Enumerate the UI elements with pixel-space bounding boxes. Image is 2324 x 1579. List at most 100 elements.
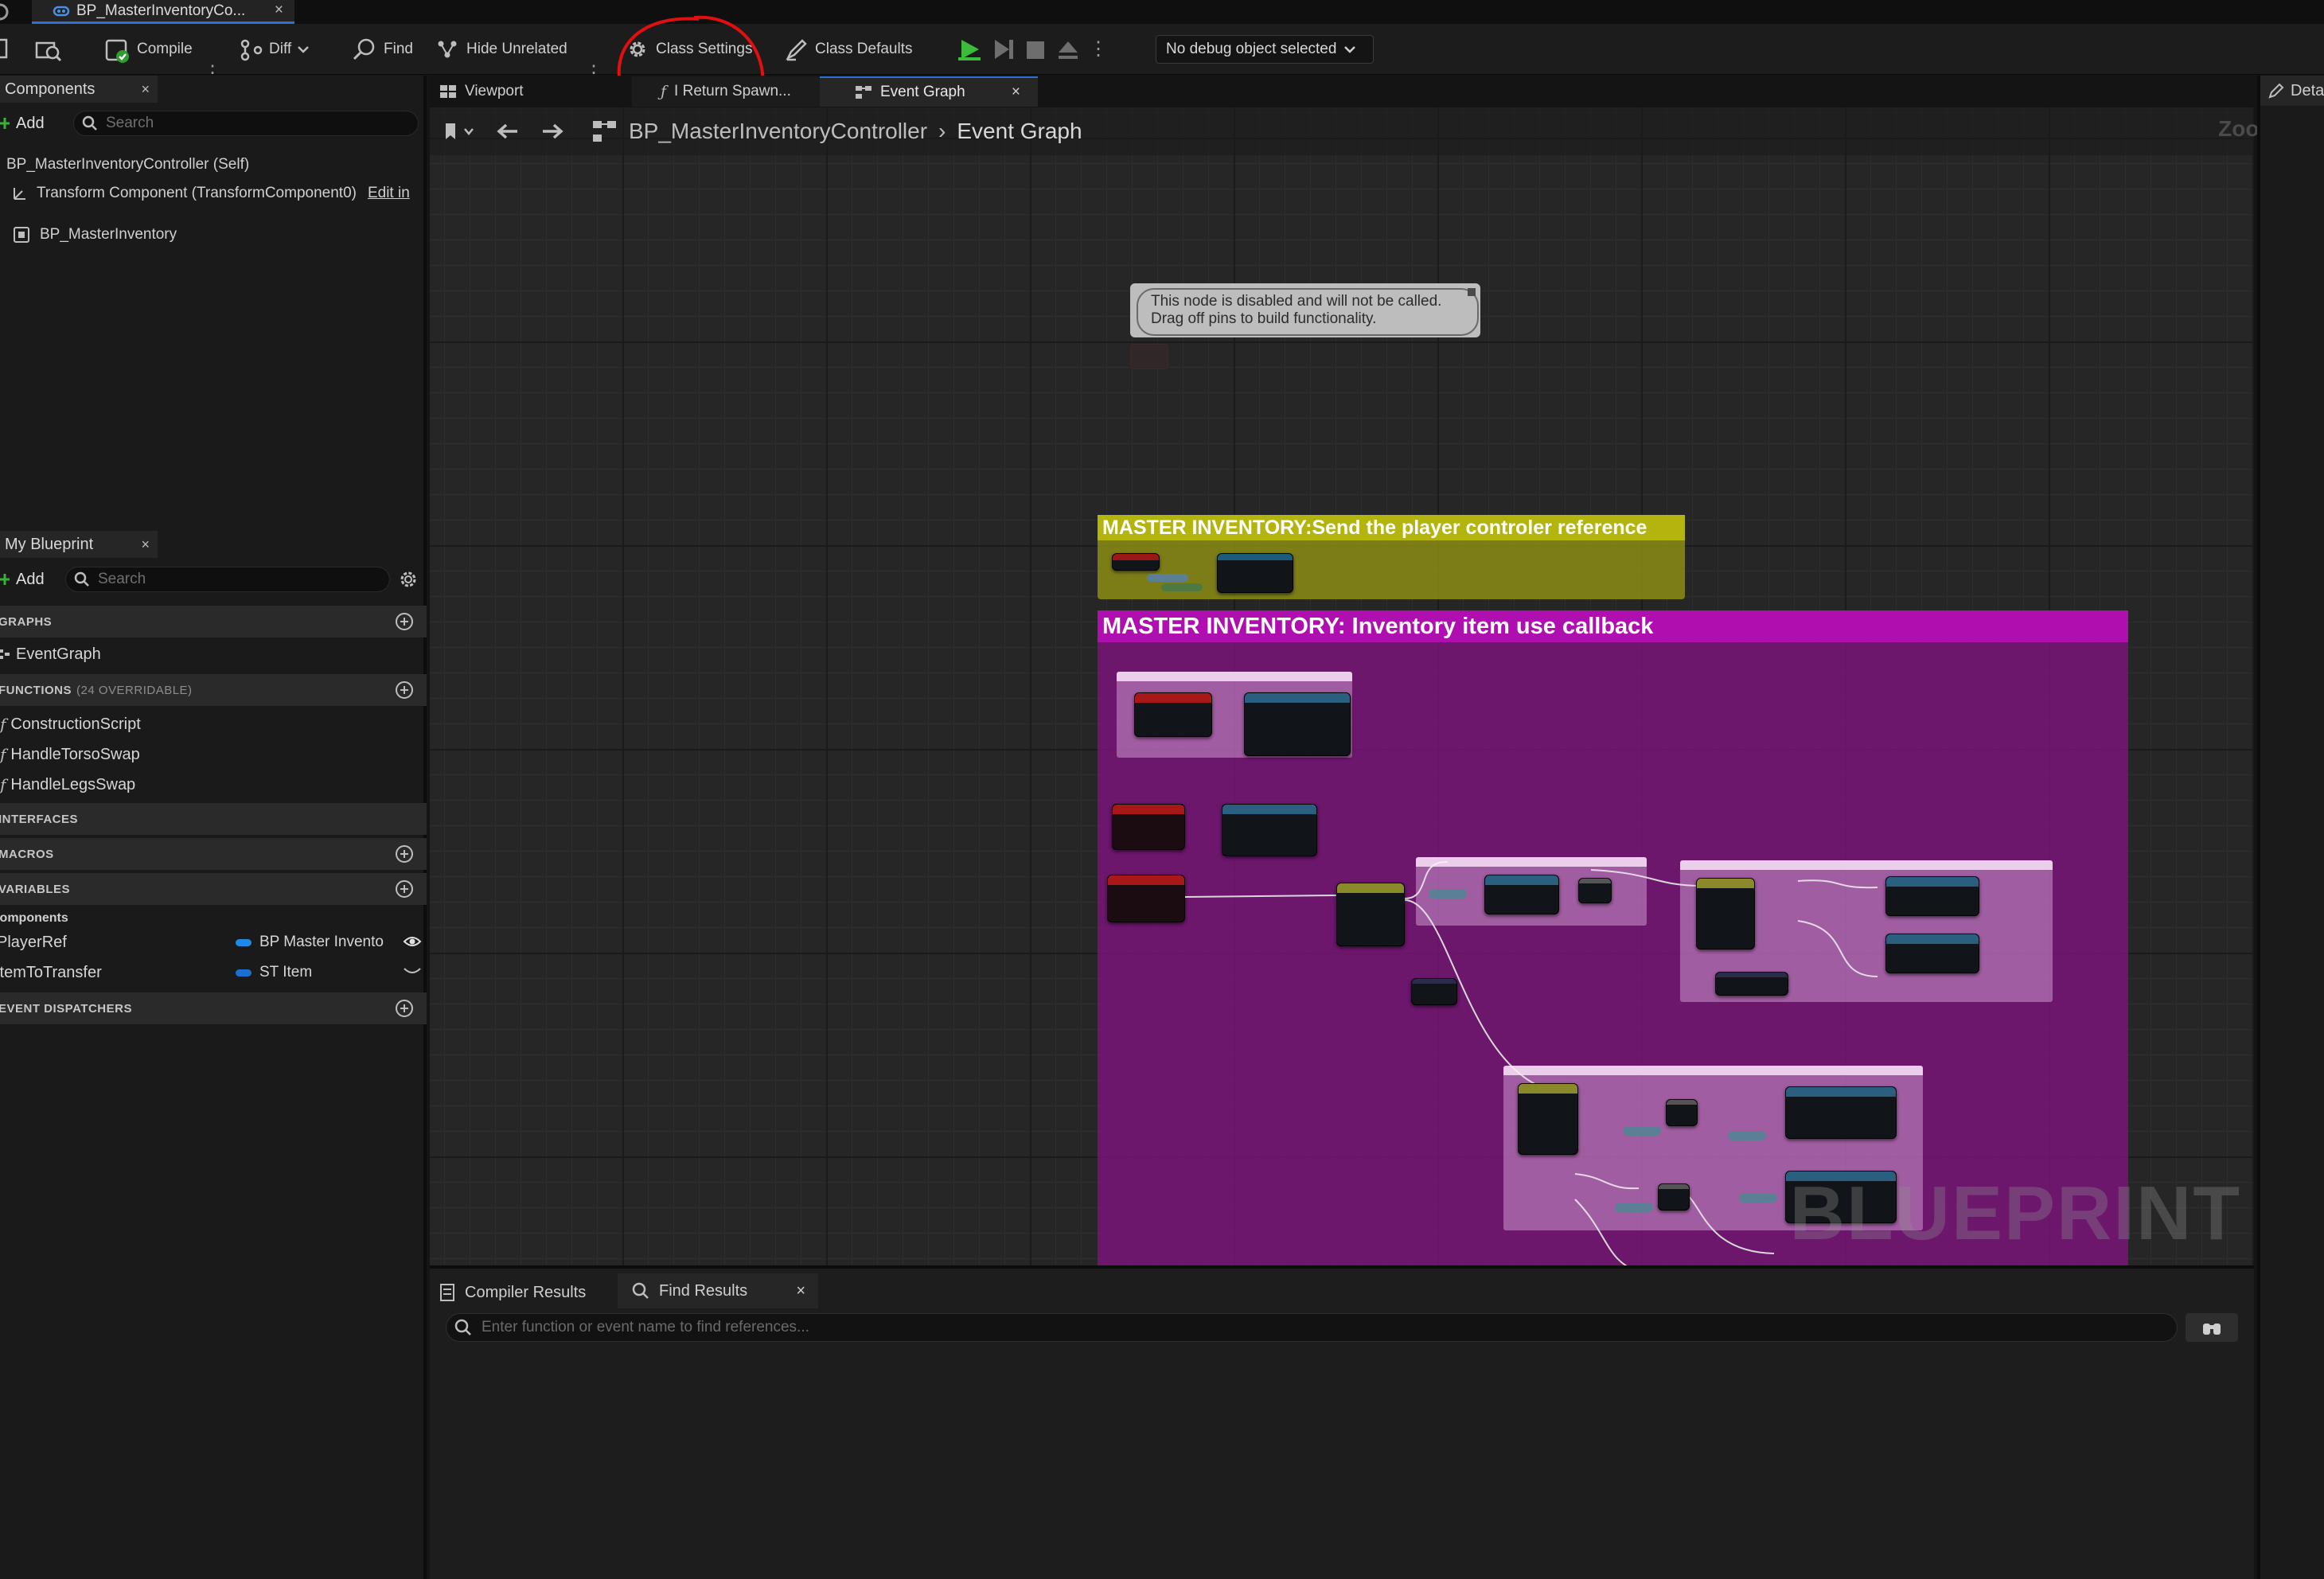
- document-tab[interactable]: BP_MasterInventoryCo... ×: [32, 0, 294, 24]
- save-icon[interactable]: [0, 38, 10, 60]
- component-child-label: BP_MasterInventory: [40, 226, 177, 243]
- class-defaults-label: Class Defaults: [815, 41, 913, 57]
- variable-type: BP Master Invento: [259, 934, 384, 950]
- diff-button[interactable]: Diff: [232, 33, 315, 65]
- forward-arrow-icon[interactable]: [540, 122, 565, 141]
- variables-category[interactable]: Components: [0, 906, 68, 930]
- reroute-node[interactable]: [1739, 1193, 1777, 1203]
- compile-button[interactable]: Compile: [97, 33, 199, 65]
- find-references-input[interactable]: Enter function or event name to find ref…: [446, 1313, 2178, 1342]
- variable-item[interactable]: ItemToTransfer ST Item: [0, 959, 427, 986]
- visibility-closed-eye-icon[interactable]: [403, 965, 422, 977]
- function-call-node[interactable]: [1885, 876, 1979, 916]
- variable-item[interactable]: PlayerRef BP Master Invento: [0, 929, 427, 956]
- settings-gear-icon[interactable]: [398, 569, 419, 590]
- function-icon: ƒ: [0, 775, 6, 794]
- section-interfaces[interactable]: INTERFACES: [0, 803, 427, 835]
- find-button[interactable]: Find: [345, 33, 419, 65]
- section-macros[interactable]: MACROS: [0, 838, 427, 870]
- play-icon[interactable]: [957, 37, 982, 62]
- function-item[interactable]: ƒ ConstructionScript: [0, 711, 141, 738]
- class-defaults-button[interactable]: Class Defaults: [778, 33, 919, 65]
- tab-return-spawn[interactable]: ƒ I Return Spawn...: [632, 76, 820, 107]
- browse-icon[interactable]: [35, 37, 62, 62]
- components-add-button[interactable]: Add: [0, 111, 57, 136]
- eject-icon[interactable]: [1055, 37, 1081, 62]
- my-blueprint-close-icon[interactable]: ×: [141, 536, 150, 553]
- function-call-node[interactable]: [1484, 875, 1559, 914]
- function-item[interactable]: ƒ HandleTorsoSwap: [0, 741, 140, 768]
- function-item-label: HandleTorsoSwap: [10, 745, 140, 763]
- components-close-icon[interactable]: ×: [141, 81, 150, 98]
- reroute-node[interactable]: [1429, 889, 1467, 899]
- event-node[interactable]: [1112, 553, 1160, 571]
- component-child[interactable]: BP_MasterInventory: [13, 223, 177, 247]
- comment-send-player-controller[interactable]: MASTER INVENTORY:Send the player control…: [1098, 515, 1685, 599]
- step-icon[interactable]: [990, 37, 1016, 62]
- tab-details[interactable]: Deta: [2260, 76, 2324, 106]
- my-blueprint-search-input[interactable]: Search: [65, 567, 390, 592]
- component-transform[interactable]: Transform Component (TransformComponent0…: [11, 181, 427, 205]
- graph-item[interactable]: EventGraph: [0, 641, 101, 668]
- back-arrow-icon[interactable]: [495, 122, 521, 141]
- hide-unrelated-button[interactable]: Hide Unrelated: [430, 33, 574, 65]
- visibility-eye-icon[interactable]: [403, 934, 422, 949]
- disabled-node-comment[interactable]: This node is disabled and will not be ca…: [1130, 283, 1480, 337]
- add-variable-icon[interactable]: [395, 879, 414, 899]
- section-functions[interactable]: FUNCTIONS (24 OVERRIDABLE): [0, 674, 427, 706]
- add-macro-icon[interactable]: [395, 844, 414, 864]
- stop-icon[interactable]: [1024, 37, 1047, 62]
- tab-event-graph-close-icon[interactable]: ×: [1012, 84, 1020, 101]
- bookmark-icon[interactable]: [443, 120, 478, 142]
- variable-get-node[interactable]: [1715, 972, 1788, 996]
- tab-find-results[interactable]: Find Results ×: [618, 1273, 818, 1308]
- tab-viewport-label: Viewport: [465, 83, 524, 99]
- comment-item-use-callback[interactable]: MASTER INVENTORY: Inventory item use cal…: [1098, 610, 2128, 1265]
- function-item[interactable]: ƒ HandleLegsSwap: [0, 771, 135, 798]
- switch-node[interactable]: [1696, 878, 1755, 949]
- section-graphs[interactable]: GRAPHS: [0, 606, 427, 637]
- play-options-icon[interactable]: ⋮: [1089, 37, 1108, 61]
- breadcrumb-blueprint[interactable]: BP_MasterInventoryController: [629, 119, 927, 144]
- component-root[interactable]: BP_MasterInventoryController (Self): [6, 153, 249, 177]
- find-in-all-blueprints-button[interactable]: [2186, 1313, 2238, 1342]
- my-blueprint-add-button[interactable]: Add: [0, 567, 57, 592]
- branch-node[interactable]: [1578, 878, 1612, 903]
- breadcrumb-graph[interactable]: Event Graph: [957, 119, 1082, 144]
- section-event-dispatchers[interactable]: EVENT DISPATCHERS: [0, 992, 427, 1024]
- edit-in-link[interactable]: Edit in: [368, 185, 410, 202]
- add-event-dispatcher-icon[interactable]: [395, 999, 414, 1018]
- add-graph-icon[interactable]: [395, 612, 414, 631]
- variable-get-node[interactable]: [1411, 978, 1457, 1005]
- add-function-icon[interactable]: [395, 680, 414, 700]
- tab-event-graph[interactable]: Event Graph ×: [820, 76, 1038, 107]
- document-tab-close-icon[interactable]: ×: [275, 2, 283, 19]
- reroute-node[interactable]: [1728, 1131, 1766, 1140]
- tab-find-results-close-icon[interactable]: ×: [796, 1282, 805, 1300]
- branch-node[interactable]: [1666, 1099, 1698, 1126]
- graph-canvas[interactable]: This node is disabled and will not be ca…: [430, 107, 2254, 1265]
- function-call-node[interactable]: [1785, 1086, 1897, 1139]
- branch-node[interactable]: [1658, 1183, 1690, 1211]
- debug-object-dropdown[interactable]: No debug object selected: [1156, 35, 1374, 64]
- reroute-node[interactable]: [1615, 1203, 1653, 1212]
- my-blueprint-tab[interactable]: My Blueprint ×: [0, 531, 158, 558]
- reroute-node[interactable]: [1147, 574, 1188, 582]
- section-variables[interactable]: VARIABLES: [0, 873, 427, 905]
- branch-node[interactable]: [1336, 883, 1405, 946]
- details-panel: Deta: [2257, 76, 2324, 1579]
- components-search-input[interactable]: Search: [73, 111, 419, 136]
- my-blueprint-tab-label: My Blueprint: [5, 535, 94, 553]
- reroute-node[interactable]: [1623, 1126, 1661, 1136]
- sub-comment-box[interactable]: [1416, 857, 1647, 926]
- tab-compiler-results[interactable]: Compiler Results: [439, 1277, 586, 1308]
- function-call-node[interactable]: [1217, 553, 1293, 593]
- switch-node[interactable]: [1518, 1083, 1578, 1155]
- pin-icon[interactable]: [1468, 288, 1476, 296]
- reroute-node[interactable]: [1161, 583, 1203, 591]
- disabled-event-node[interactable]: [1130, 344, 1168, 369]
- sub-comment-box[interactable]: [1680, 860, 2053, 1002]
- tab-viewport[interactable]: Viewport: [439, 76, 622, 107]
- function-call-node[interactable]: [1885, 934, 1979, 973]
- components-tab[interactable]: Components ×: [0, 76, 158, 103]
